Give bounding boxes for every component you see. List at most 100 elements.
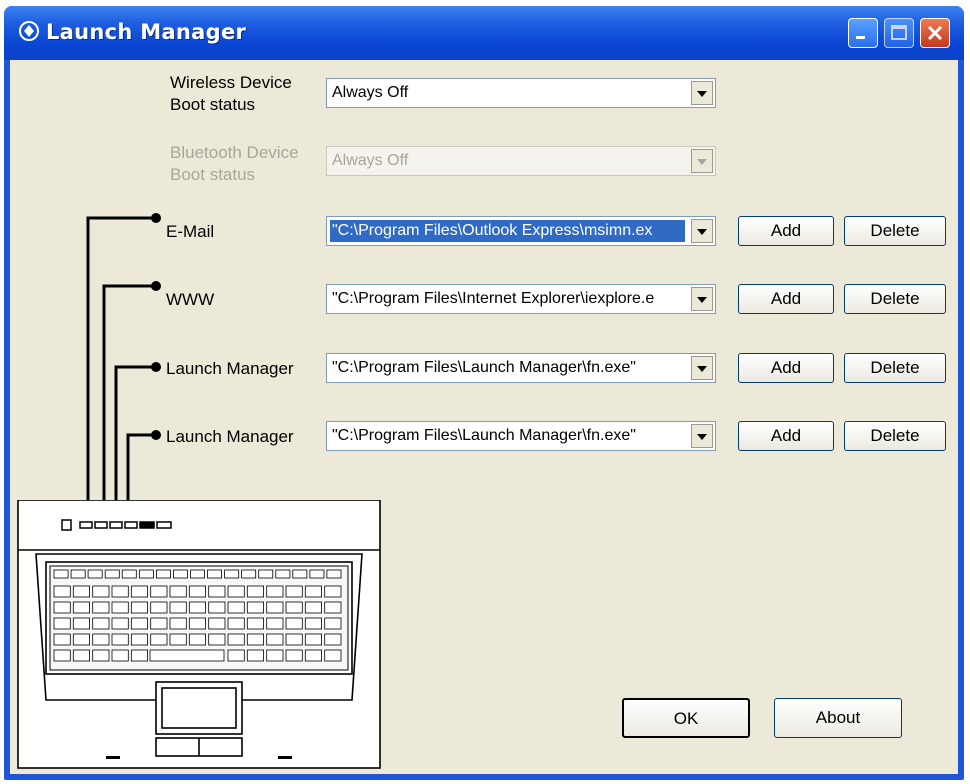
keyboard-key [130,617,149,630]
keyboard-key [324,633,342,646]
delete-button[interactable]: Delete [844,421,946,451]
keyboard-key [324,649,342,662]
keyboard-key [130,649,149,662]
close-button[interactable] [920,18,950,48]
dropdown-arrow-icon[interactable] [691,81,713,105]
delete-button[interactable]: Delete [844,353,946,383]
keyboard-key [266,601,284,614]
keyboard-key [92,601,110,614]
keyboard-key [285,633,303,646]
keyboard-key [155,569,171,579]
dropdown-arrow-icon[interactable] [691,356,713,380]
keyboard-key [304,649,322,662]
keyboard-key [92,633,110,646]
keyboard-key [130,633,149,646]
keyboard-key [227,649,245,662]
keyboard-key [266,649,284,662]
keyboard-key [207,569,223,579]
dropdown-arrow-icon[interactable] [691,219,713,243]
keyboard-key [266,617,284,630]
keyboard-key [188,617,207,630]
launch-path-select[interactable]: "C:\Program Files\Launch Manager\fn.exe" [326,421,716,451]
keyboard-key [111,601,129,614]
minimize-button[interactable] [848,18,878,48]
keyboard-key [326,569,342,579]
keyboard-key [266,633,284,646]
launch-path-select[interactable]: "C:\Program Files\Internet Explorer\iexp… [326,284,716,314]
bluetooth-boot-select: Always Off [326,146,716,176]
minimize-icon [856,36,865,39]
keyboard-key [104,569,120,579]
keyboard-key [53,649,71,662]
launch-manager-window: Launch Manager Wireless Device Boot stat… [4,6,964,780]
delete-button[interactable]: Delete [844,284,946,314]
keyboard-key [208,601,226,614]
maximize-icon [891,25,907,40]
keyboard-key [324,617,342,630]
keyboard-key [285,649,303,662]
keyboard-key [70,569,86,579]
keyboard-key [304,585,322,598]
launch-path-select[interactable]: "C:\Program Files\Launch Manager\fn.exe" [326,353,716,383]
about-button[interactable]: About [774,698,902,738]
keyboard-key [53,617,71,630]
keyboard-key [246,617,265,630]
dropdown-arrow-icon [691,149,713,173]
keyboard-key [190,569,206,579]
keyboard-key [72,649,90,662]
keyboard-key [246,649,265,662]
keyboard-key [227,585,245,598]
keyboard-key [169,633,187,646]
keyboard-key [53,601,71,614]
keyboard-key [53,585,71,598]
launch-path-value: "C:\Program Files\Launch Manager\fn.exe" [332,427,636,444]
keyboard-key [53,569,69,579]
keyboard-key [72,617,90,630]
keyboard-key [304,601,322,614]
keyboard-key [92,649,110,662]
keyboard-key [111,585,129,598]
add-button[interactable]: Add [738,353,834,383]
keyboard-key [188,633,207,646]
keyboard-key [150,601,168,614]
delete-button[interactable]: Delete [844,216,946,246]
keyboard-key [246,601,265,614]
keyboard-key [208,633,226,646]
keyboard-key [285,601,303,614]
keyboard-key [169,617,187,630]
dropdown-arrow-icon[interactable] [691,424,713,448]
keyboard-key [172,569,188,579]
keyboard-key [188,601,207,614]
keyboard-key [227,633,245,646]
app-icon [19,21,39,41]
keyboard-key [246,633,265,646]
keyboard-key [304,617,322,630]
keyboard-key [188,585,207,598]
keyboard-key [53,633,71,646]
keyboard-key [150,633,168,646]
add-button[interactable]: Add [738,216,834,246]
key-connector-lines [86,213,161,520]
wireless-boot-select[interactable]: Always Off [326,78,716,108]
ok-button[interactable]: OK [622,698,750,738]
keyboard-key [227,617,245,630]
launch-path-value: "C:\Program Files\Outlook Express\msimn.… [330,220,685,242]
keyboard-key [111,617,129,630]
launch-path-select[interactable]: "C:\Program Files\Outlook Express\msimn.… [326,216,716,246]
keyboard-key [275,569,291,579]
keyboard-key [324,585,342,598]
keyboard-key [130,585,149,598]
maximize-button[interactable] [884,18,914,48]
add-button[interactable]: Add [738,421,834,451]
add-button[interactable]: Add [738,284,834,314]
window-title: Launch Manager [46,20,247,44]
keyboard-key [169,601,187,614]
dropdown-arrow-icon[interactable] [691,287,713,311]
keyboard-key [121,569,137,579]
bluetooth-boot-value: Always Off [332,152,409,169]
keyboard-key [266,585,284,598]
keyboard-key [285,617,303,630]
title-bar[interactable]: Launch Manager [4,6,964,60]
wireless-boot-value: Always Off [332,84,409,101]
launch-path-value: "C:\Program Files\Launch Manager\fn.exe" [332,359,636,376]
